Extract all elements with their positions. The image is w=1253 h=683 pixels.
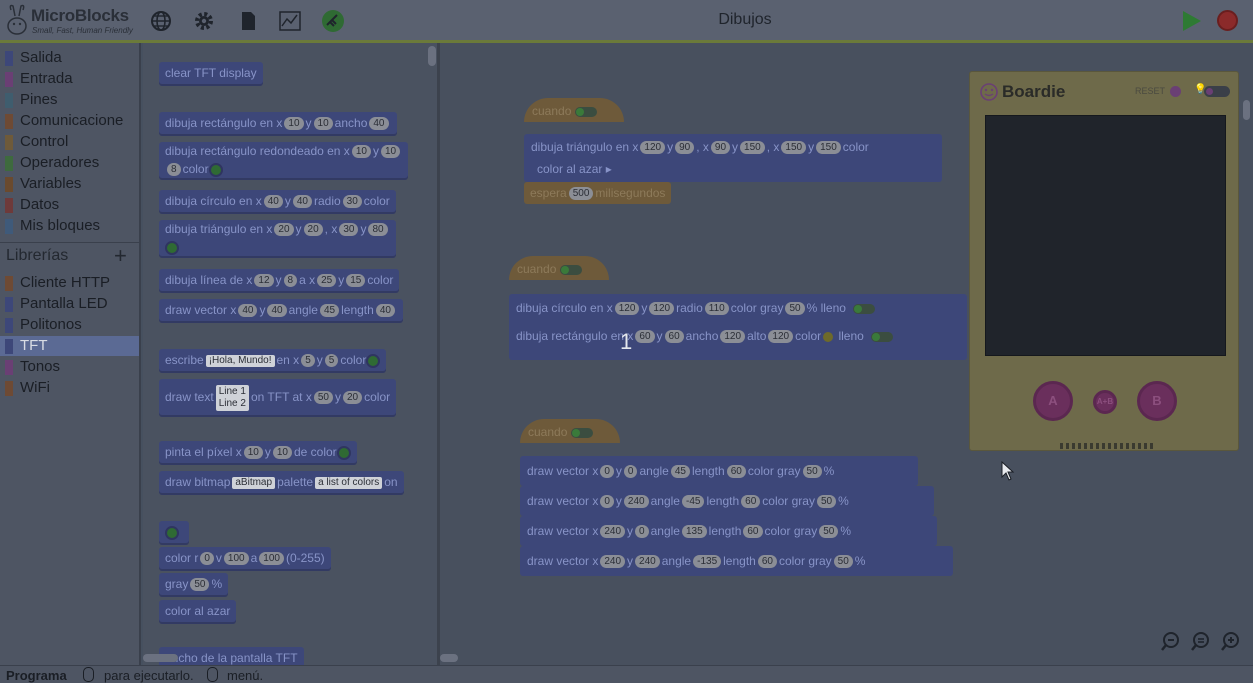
color-swatch[interactable]	[366, 353, 381, 368]
category-operadores[interactable]: Operadores	[0, 153, 139, 174]
category-salida[interactable]: Salida	[0, 48, 139, 69]
script-circle-rect[interactable]: dibuja círculo en x 120 y 120 radio 110 color …	[509, 294, 967, 360]
mouse-left-icon	[83, 667, 94, 682]
boardie-simulator: Boardie RESET 💡 A A+B B	[969, 71, 1239, 451]
script-vector-3[interactable]: draw vector x 240 y 0 angle 135 length 60 color …	[520, 516, 937, 546]
light-toggle[interactable]	[1204, 86, 1230, 97]
when-hat-block[interactable]: cuando	[509, 256, 609, 280]
pin-header	[1060, 443, 1154, 449]
category-panel: Salida Entrada Pines Comunicacione Contr…	[0, 43, 141, 665]
toggle-switch[interactable]	[571, 427, 594, 438]
overlay-number: 1	[620, 329, 633, 354]
block-random-color[interactable]: color al azar	[159, 600, 237, 622]
play-icon[interactable]	[1180, 10, 1202, 32]
script-vector-4[interactable]: draw vector x 240 y 240 angle -135 length 60 col…	[520, 546, 953, 576]
stop-icon[interactable]	[1217, 10, 1238, 31]
usb-connection-icon[interactable]	[321, 9, 345, 33]
boardie-title: Boardie	[1002, 82, 1066, 101]
smiley-icon	[980, 83, 998, 101]
color-swatch[interactable]	[165, 525, 179, 540]
color-swatch[interactable]	[208, 162, 223, 177]
block-draw-text[interactable]: draw text Line 1 Line 2 on TFT at x 50 y 20 col…	[159, 379, 397, 415]
app-name: MicroBlocks	[31, 6, 129, 25]
palette-hscrollbar[interactable]	[143, 654, 178, 662]
block-draw-bitmap[interactable]: draw bitmap aBitmap palette a list of color…	[159, 471, 404, 493]
category-pines[interactable]: Pines	[0, 90, 139, 111]
block-color-rgb[interactable]: color r 0 v 100 a 100 (0-255)	[159, 547, 331, 569]
block-draw-line[interactable]: dibuja línea de x 12 y 8 a x 25 y 15 color	[159, 269, 400, 291]
block-color-swatch[interactable]	[159, 521, 189, 543]
library-pantalla-led[interactable]: Pantalla LED	[0, 294, 139, 315]
button-a[interactable]: A	[1033, 381, 1073, 421]
block-clear-tft[interactable]: clear TFT display	[159, 62, 263, 84]
script-draw-triangle[interactable]: dibuja triángulo en x 120 y 90, x 90 y 150, x1…	[524, 134, 942, 182]
status-bar: Programa para ejecutarlo. menú.	[0, 665, 1253, 683]
zoom-reset-icon[interactable]	[1190, 631, 1211, 652]
category-mis-bloques[interactable]: Mis bloques	[0, 216, 139, 237]
status-run-hint: para ejecutarlo.	[104, 668, 194, 683]
project-title: Dibujos	[718, 11, 772, 28]
script-wait[interactable]: espera 500 milisegundos	[524, 182, 672, 204]
reset-button[interactable]	[1170, 86, 1181, 97]
toggle-switch[interactable]	[575, 106, 598, 117]
color-swatch[interactable]	[336, 445, 351, 460]
top-bar: MicroBlocks Small, Fast, Human Friendly …	[0, 0, 1253, 43]
color-swatch[interactable]	[821, 329, 836, 344]
script-vector-1[interactable]: draw vector x 0 y 0 angle 45 length 60 color gra…	[520, 456, 918, 486]
block-gray[interactable]: gray 50%	[159, 573, 229, 595]
reset-label: RESET	[1135, 86, 1166, 96]
random-color-reporter[interactable]: color al azar	[537, 162, 602, 176]
block-draw-rounded-rect[interactable]: dibuja rectángulo redondeado en x 10 y 10 8 c…	[159, 142, 409, 178]
zoom-in-icon[interactable]	[1220, 631, 1241, 652]
block-write-text[interactable]: escribe ¡Hola, Mundo! en x 5 y 5 color	[159, 349, 387, 371]
library-wifi[interactable]: WiFi	[0, 378, 139, 399]
color-swatch[interactable]	[165, 240, 179, 255]
script-vector-2[interactable]: draw vector x 0 y 240 angle -45 length 60 color …	[520, 486, 934, 516]
block-draw-rect[interactable]: dibuja rectángulo en x 10 y 10 ancho 40	[159, 112, 397, 134]
mouse-cursor-icon	[1001, 461, 1015, 481]
category-entrada[interactable]: Entrada	[0, 69, 139, 90]
fill-toggle[interactable]	[853, 303, 876, 314]
category-datos[interactable]: Datos	[0, 195, 139, 216]
mouse-right-icon	[207, 667, 218, 682]
block-draw-vector[interactable]: draw vector x 40 y 40 angle 45 length 40	[159, 299, 403, 321]
when-hat-block[interactable]: cuando	[520, 419, 620, 443]
when-hat-block[interactable]: cuando	[524, 98, 624, 122]
tft-screen	[985, 115, 1226, 356]
block-palette: clear TFT display dibuja rectángulo en x…	[143, 43, 439, 665]
script-hscrollbar[interactable]	[440, 654, 458, 662]
status-menu-hint: menú.	[227, 668, 264, 683]
block-paint-pixel[interactable]: pinta el píxel x 10 y 10 de color	[159, 441, 357, 463]
status-program-label: Programa	[6, 668, 67, 683]
category-comunicaciones[interactable]: Comunicacione	[0, 111, 139, 132]
toggle-switch[interactable]	[560, 264, 583, 275]
zoom-out-icon[interactable]	[1160, 631, 1181, 652]
palette-scrollbar[interactable]	[428, 46, 436, 66]
script-vscrollbar[interactable]	[1243, 100, 1250, 120]
block-draw-circle[interactable]: dibuja círculo en x 40 y 40 radio 30 color	[159, 190, 396, 212]
library-politonos[interactable]: Politonos	[0, 315, 139, 336]
graph-icon[interactable]	[278, 9, 302, 33]
library-cliente-http[interactable]: Cliente HTTP	[0, 273, 139, 294]
app-tagline: Small, Fast, Human Friendly	[32, 26, 133, 35]
category-control[interactable]: Control	[0, 132, 139, 153]
globe-icon[interactable]	[149, 9, 173, 33]
button-ab[interactable]: A+B	[1093, 390, 1117, 414]
library-tft[interactable]: TFT	[0, 336, 139, 356]
file-icon[interactable]	[236, 9, 260, 33]
libraries-header: Librerías +	[0, 242, 139, 268]
block-tft-width[interactable]: ancho de la pantalla TFT	[159, 647, 304, 665]
gear-icon[interactable]	[192, 9, 216, 33]
button-b[interactable]: B	[1137, 381, 1177, 421]
add-library-button[interactable]: +	[114, 243, 127, 269]
fill-toggle[interactable]	[871, 331, 894, 342]
block-draw-triangle[interactable]: dibuja triángulo en x 20 y 20, x 30 y 80	[159, 220, 396, 256]
logo-icon	[7, 4, 27, 35]
library-tonos[interactable]: Tonos	[0, 357, 139, 378]
category-variables[interactable]: Variables	[0, 174, 139, 195]
